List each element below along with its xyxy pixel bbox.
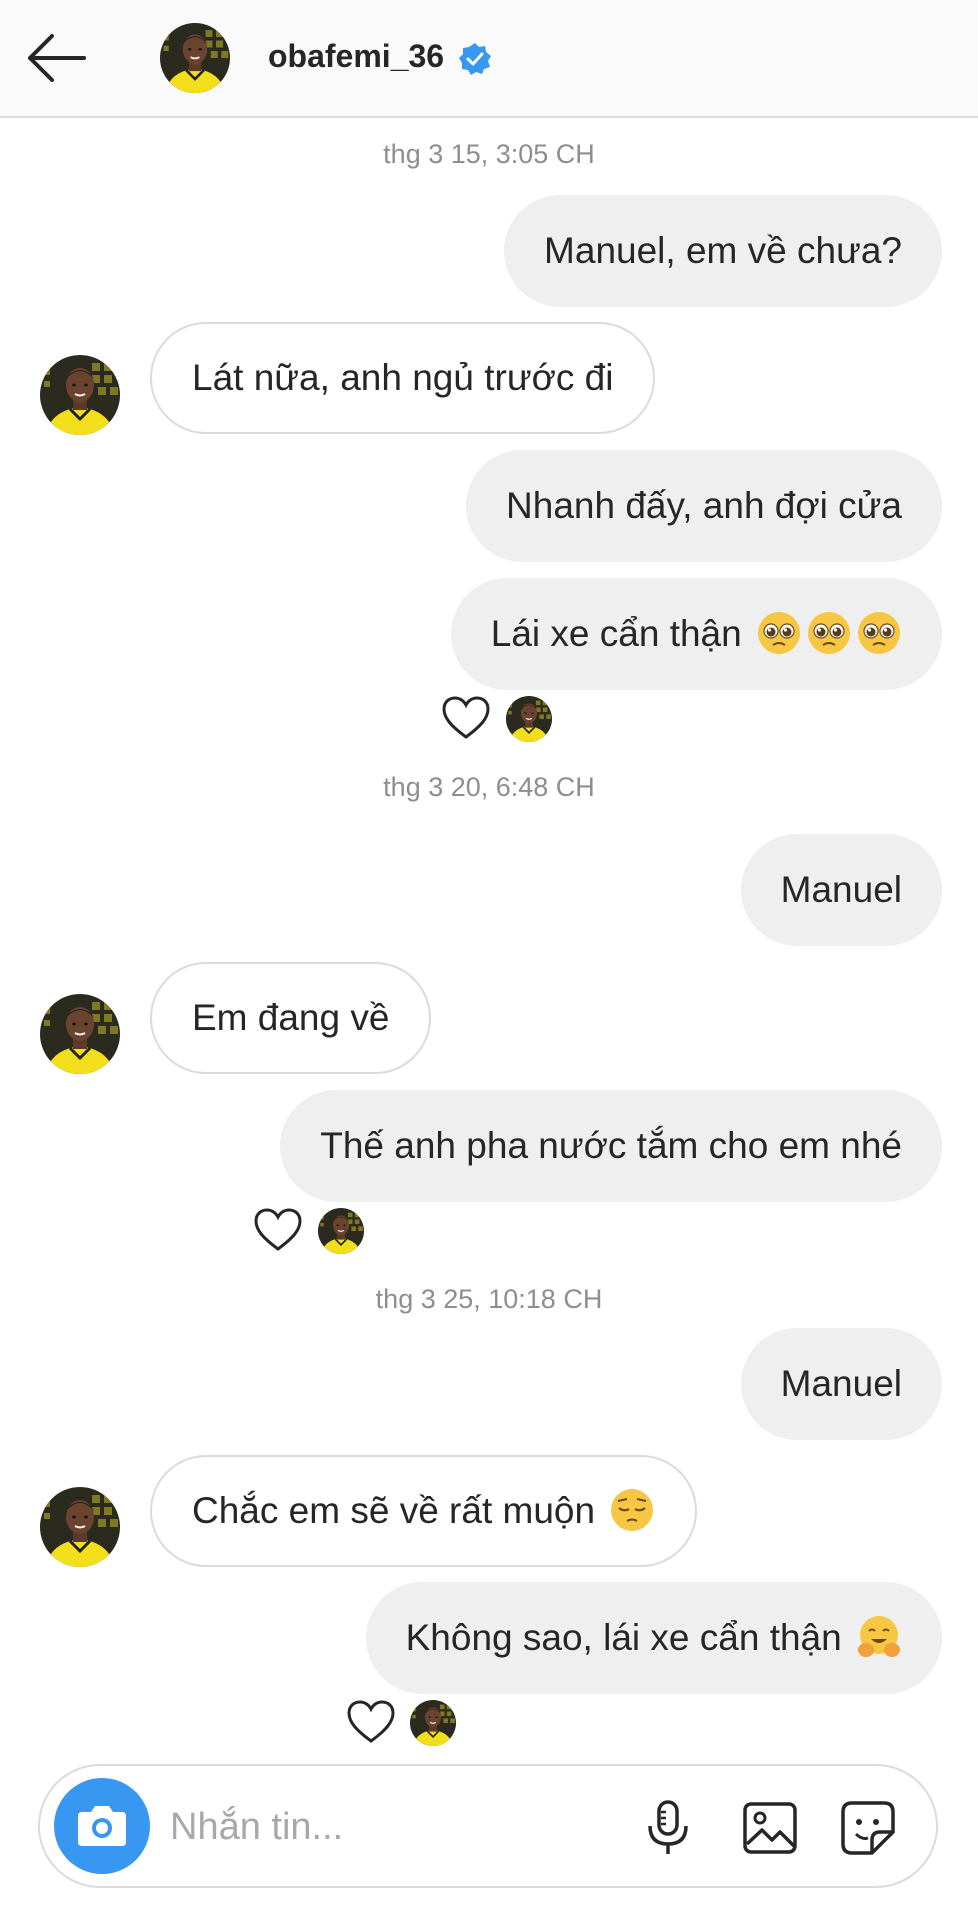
message-text: Manuel (780, 869, 902, 910)
message-text: Nhanh đấy, anh đợi cửa (506, 485, 902, 526)
message-bubble-sent[interactable]: Manuel (740, 834, 942, 946)
pleading-face-emoji (856, 610, 902, 656)
seen-avatar (506, 696, 552, 742)
message-bubble-sent[interactable]: Lái xe cẩn thận (450, 578, 942, 690)
message-bubble-received[interactable]: Lát nữa, anh ngủ trước đi (150, 322, 656, 434)
heart-icon[interactable] (346, 1699, 396, 1745)
heart-icon[interactable] (253, 1207, 303, 1253)
message-text: Không sao, lái xe cẩn thận (405, 1617, 842, 1658)
message-text: Lái xe cẩn thận (490, 613, 742, 654)
back-button[interactable] (26, 30, 90, 86)
message-input[interactable] (168, 1790, 652, 1864)
heart-icon[interactable] (441, 695, 491, 741)
timestamp: thg 3 25, 10:18 CH (375, 1284, 603, 1314)
timestamp: thg 3 20, 6:48 CH (383, 772, 595, 802)
message-text: Chắc em sẽ về rất muộn (192, 1490, 596, 1531)
message-bubble-sent[interactable]: Nhanh đấy, anh đợi cửa (466, 450, 942, 562)
sender-avatar[interactable] (40, 355, 120, 435)
header-avatar[interactable] (160, 23, 230, 93)
camera-button[interactable] (54, 1778, 150, 1874)
message-text: Em đang về (192, 997, 390, 1038)
message-text: Manuel, em về chưa? (544, 230, 902, 271)
message-composer (38, 1764, 938, 1888)
message-text: Manuel (780, 1363, 902, 1404)
pensive-face-emoji (609, 1487, 655, 1533)
message-bubble-sent[interactable]: Không sao, lái xe cẩn thận (365, 1582, 942, 1694)
message-text: Thế anh pha nước tắm cho em nhé (320, 1125, 902, 1166)
camera-icon (78, 1806, 126, 1846)
message-bubble-sent[interactable]: Manuel (740, 1328, 942, 1440)
message-bubble-sent[interactable]: Thế anh pha nước tắm cho em nhé (280, 1090, 942, 1202)
message-text: Lát nữa, anh ngủ trước đi (192, 357, 614, 398)
seen-avatar (318, 1208, 364, 1254)
seen-avatar (410, 1700, 456, 1746)
chat-header: obafemi_36 (0, 0, 978, 118)
hugging-face-emoji (856, 1614, 902, 1660)
message-bubble-received[interactable]: Em đang về (150, 962, 432, 1074)
timestamp: thg 3 15, 3:05 CH (383, 139, 595, 169)
arrow-left-icon (28, 34, 86, 82)
message-bubble-sent[interactable]: Manuel, em về chưa? (504, 195, 942, 307)
pleading-face-emoji (806, 610, 852, 656)
sender-avatar[interactable] (40, 1487, 120, 1567)
verified-badge-icon (459, 43, 491, 75)
microphone-icon[interactable] (638, 1798, 698, 1858)
chat-username[interactable]: obafemi_36 (268, 38, 444, 75)
sticker-icon[interactable] (838, 1798, 898, 1858)
image-gallery-icon[interactable] (740, 1798, 800, 1858)
pleading-face-emoji (756, 610, 802, 656)
sender-avatar[interactable] (40, 994, 120, 1074)
message-bubble-received[interactable]: Chắc em sẽ về rất muộn (150, 1455, 698, 1567)
